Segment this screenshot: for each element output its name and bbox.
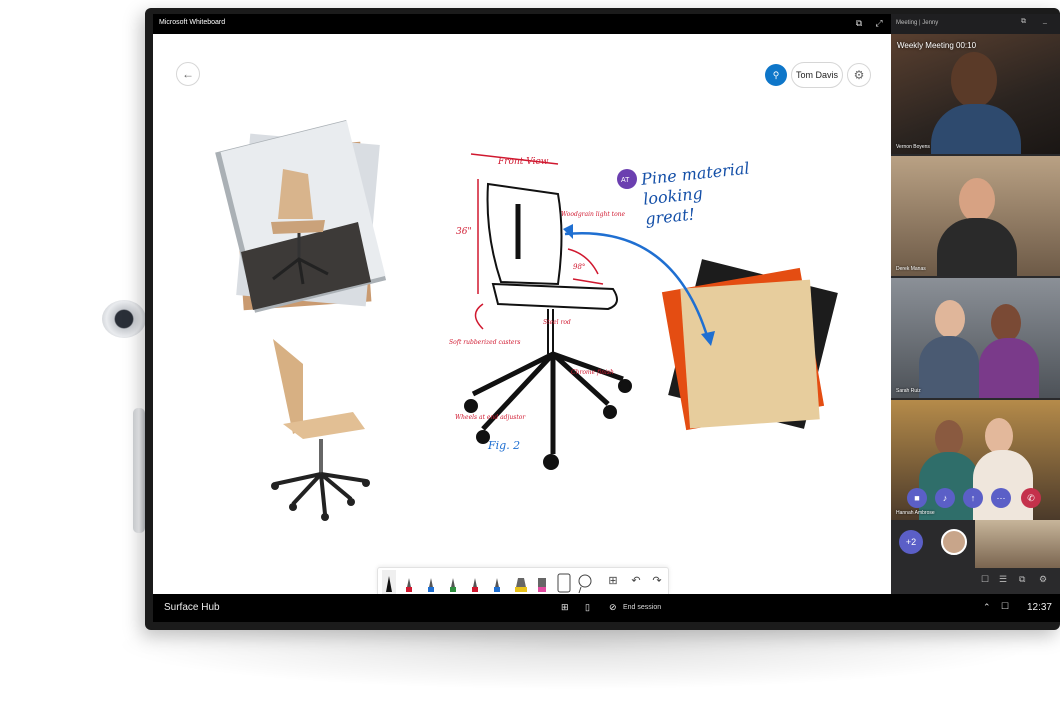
more-button[interactable]: ⋯ bbox=[991, 488, 1011, 508]
participant-face bbox=[991, 304, 1021, 342]
camera-switch-icon[interactable]: ⧉ bbox=[1019, 574, 1025, 585]
highlighter-yellow-tool[interactable] bbox=[515, 578, 527, 592]
notification-icon[interactable]: ☐ bbox=[1001, 601, 1009, 612]
chat-icon[interactable]: ☐ bbox=[981, 574, 989, 585]
participant-name: Hannah Ambrose bbox=[896, 510, 935, 516]
participant-face bbox=[935, 420, 963, 456]
note-steel: Steel rod bbox=[543, 319, 571, 326]
settings-icon[interactable]: ⚙ bbox=[1039, 574, 1047, 585]
pen-red2-tool[interactable] bbox=[472, 578, 478, 592]
hangup-button[interactable]: ✆ bbox=[1021, 488, 1041, 508]
participants-icon[interactable]: ☰ bbox=[999, 574, 1007, 585]
chair-photo-stack[interactable] bbox=[215, 119, 387, 313]
fullscreen-icon[interactable]: ⤢ bbox=[873, 17, 885, 29]
hangup-icon: ✆ bbox=[1027, 493, 1035, 503]
participant-tile-1[interactable]: Weekly Meeting 00:10 Vernon Boyens bbox=[891, 34, 1060, 154]
participant-body bbox=[931, 104, 1021, 154]
camera-icon bbox=[102, 300, 146, 338]
whiteboard-window: Microsoft Whiteboard ⧉ ⤢ ← ⚲ Tom Davis ⚙ bbox=[153, 14, 891, 594]
participant-face bbox=[935, 300, 965, 338]
meeting-window-title: Meeting | Jenny bbox=[896, 20, 939, 26]
chevron-up-icon[interactable]: ⌃ bbox=[983, 602, 991, 613]
participant-name: Vernon Boyens bbox=[896, 144, 930, 150]
stylus-pen bbox=[133, 408, 145, 533]
meeting-titlebar: Meeting | Jenny ⧉ _ bbox=[891, 14, 1060, 34]
more-participants-badge[interactable]: +2 bbox=[899, 530, 923, 554]
whiteboard-canvas[interactable]: Front View 36" 98° Woodgrain light tone … bbox=[153, 34, 891, 594]
end-session-icon[interactable]: ⊘ bbox=[609, 602, 617, 613]
share-icon: ↑ bbox=[970, 493, 976, 503]
participant-body bbox=[919, 336, 979, 398]
clock: 12:37 bbox=[1026, 602, 1052, 613]
lasso-tool[interactable] bbox=[578, 574, 592, 594]
highlighter-pink-tool[interactable] bbox=[538, 578, 546, 592]
video-button[interactable]: ■ bbox=[907, 488, 927, 508]
participant-name: Derek Manas bbox=[896, 266, 926, 272]
participant-body bbox=[973, 450, 1033, 520]
ruler-tool[interactable] bbox=[557, 573, 571, 593]
share-button[interactable]: ↑ bbox=[963, 488, 983, 508]
participant-body bbox=[937, 218, 1017, 276]
more-icon: ⋯ bbox=[996, 493, 1006, 503]
device-label: Surface Hub bbox=[164, 602, 220, 613]
redo-icon[interactable]: ↷ bbox=[650, 574, 664, 587]
note-angle: 98° bbox=[573, 263, 585, 271]
pen-green-tool[interactable] bbox=[450, 578, 456, 592]
participant-name: Sarah Ruiz bbox=[896, 388, 921, 394]
end-session-button[interactable]: End session bbox=[623, 604, 661, 611]
video-icon: ■ bbox=[914, 493, 920, 503]
meeting-title: Weekly Meeting 00:10 bbox=[897, 41, 977, 50]
room-video-tile[interactable] bbox=[975, 520, 1060, 568]
pen-black-tool[interactable] bbox=[382, 570, 396, 594]
note-chrome: Chrome finish bbox=[571, 369, 614, 376]
participant-tile-3[interactable]: Sarah Ruiz bbox=[891, 278, 1060, 398]
comment-author: AT bbox=[621, 177, 630, 184]
participant-face bbox=[951, 52, 997, 108]
ink-comment[interactable]: Pine material looking great! bbox=[640, 158, 756, 229]
note-height: 36" bbox=[456, 227, 472, 237]
ink-toolbar: ⊞ ↶ ↷ bbox=[377, 567, 669, 594]
mic-button[interactable]: ♪ bbox=[935, 488, 955, 508]
taskbar: Surface Hub ⊞ ▯ ⊘ End session bbox=[153, 594, 891, 622]
note-woodgrain: Woodgrain light tone bbox=[561, 211, 626, 218]
participant-face bbox=[959, 178, 995, 222]
windows-icon[interactable]: ⊞ bbox=[561, 602, 569, 613]
app-title: Microsoft Whiteboard bbox=[159, 19, 226, 26]
whiteboard-titlebar: Microsoft Whiteboard ⧉ ⤢ bbox=[153, 14, 891, 34]
right-taskbar: ⌃ ☐ 12:37 bbox=[891, 594, 1060, 622]
add-icon[interactable]: ⊞ bbox=[606, 574, 620, 587]
pen-red-tool[interactable] bbox=[406, 578, 412, 592]
participant-tile-2[interactable]: Derek Manas bbox=[891, 156, 1060, 276]
popout-icon[interactable]: ⧉ bbox=[1021, 18, 1026, 26]
fig-label: Fig. 2 bbox=[487, 439, 520, 452]
ink-toolbar-icons bbox=[382, 570, 592, 594]
note-swivel: Soft rubberized casters bbox=[449, 339, 520, 346]
undo-icon[interactable]: ↶ bbox=[629, 574, 643, 587]
meeting-panel: Meeting | Jenny ⧉ _ Weekly Meeting 00:10… bbox=[891, 14, 1060, 594]
avatar[interactable] bbox=[941, 529, 967, 555]
material-swatches[interactable] bbox=[661, 259, 838, 431]
note-wheels: Wheels at end adjustor bbox=[455, 414, 526, 421]
chair-render[interactable] bbox=[271, 339, 370, 521]
participant-body bbox=[979, 338, 1039, 398]
task-view-icon[interactable]: ▯ bbox=[585, 602, 590, 613]
mic-icon: ♪ bbox=[942, 493, 948, 503]
minimize-icon[interactable]: _ bbox=[1043, 17, 1047, 24]
note-front-view: Front View bbox=[497, 157, 549, 167]
pen-blue2-tool[interactable] bbox=[494, 578, 500, 592]
pen-blue-tool[interactable] bbox=[428, 578, 434, 592]
chair-sketch[interactable] bbox=[464, 182, 632, 470]
participant-face bbox=[985, 418, 1013, 454]
share-window-icon[interactable]: ⧉ bbox=[853, 17, 865, 29]
